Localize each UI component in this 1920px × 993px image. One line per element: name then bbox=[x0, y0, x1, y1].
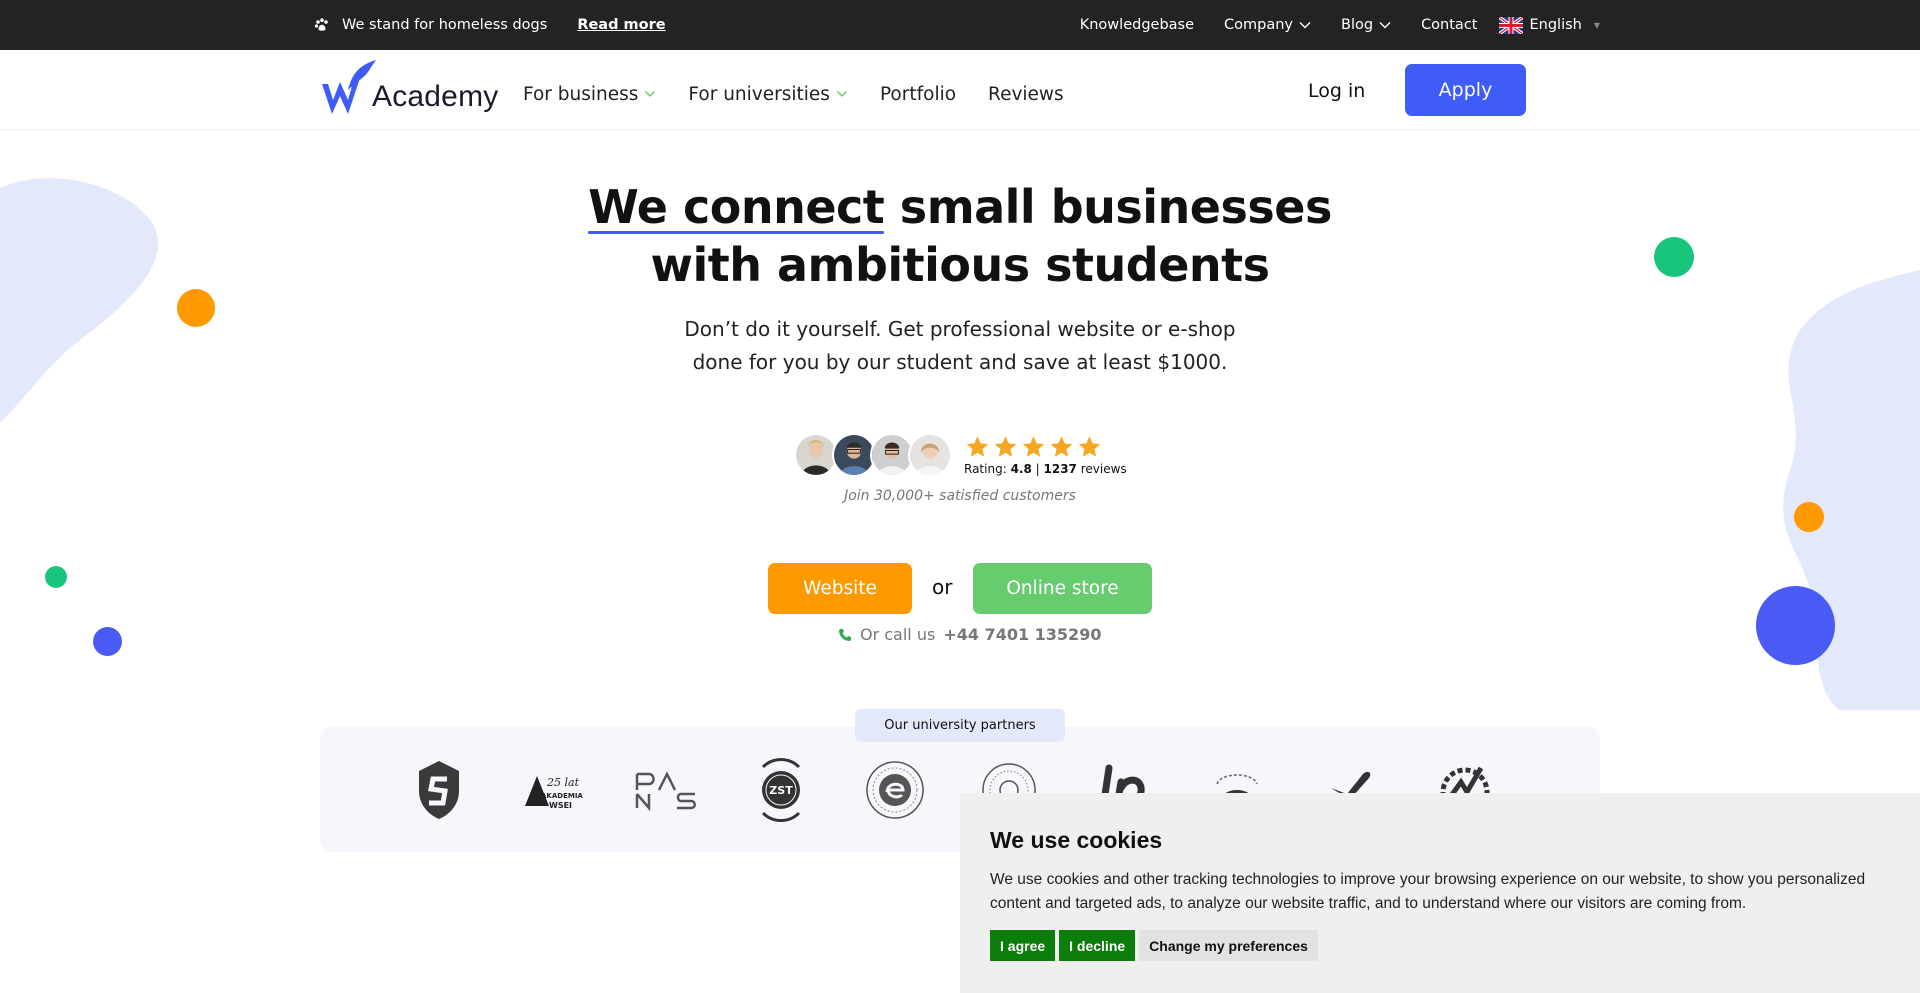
main-nav: For business For universities Portfolio … bbox=[523, 50, 1064, 138]
pans-logo-icon bbox=[635, 771, 696, 812]
read-more-link[interactable]: Read more bbox=[577, 17, 665, 33]
cookie-title: We use cookies bbox=[990, 827, 1163, 853]
chevron-down-icon bbox=[645, 91, 656, 97]
hero-title-line2: with ambitious students bbox=[650, 238, 1270, 292]
login-link[interactable]: Log in bbox=[1308, 80, 1365, 102]
blog-menu[interactable]: Blog bbox=[1341, 17, 1391, 33]
language-selector[interactable]: English ▼ bbox=[1499, 16, 1600, 34]
nav-for-business-label: For business bbox=[523, 83, 639, 105]
hero-title: We connect small businesses with ambitio… bbox=[560, 178, 1360, 294]
phone-number-link[interactable]: +44 7401 135290 bbox=[943, 625, 1101, 644]
customer-avatars bbox=[794, 433, 952, 477]
blog-label: Blog bbox=[1341, 17, 1374, 33]
zst-logo-icon: ZST bbox=[761, 758, 801, 822]
cookie-agree-button[interactable]: I agree bbox=[990, 930, 1056, 961]
review-count: 1237 bbox=[1043, 462, 1077, 476]
cookie-preferences-button[interactable]: Change my preferences bbox=[1139, 930, 1318, 961]
akademia-text: AKADEMIA bbox=[541, 792, 583, 800]
akademia-years-text: 25 lat bbox=[546, 776, 580, 789]
company-menu[interactable]: Company bbox=[1224, 17, 1311, 33]
apply-button[interactable]: Apply bbox=[1405, 64, 1526, 116]
or-text: or bbox=[932, 575, 953, 599]
university-partners-label: Our university partners bbox=[855, 709, 1065, 742]
website-button[interactable]: Website bbox=[768, 563, 912, 614]
w-wing-logo-icon bbox=[322, 60, 376, 114]
partner-logo-zst[interactable]: ZST bbox=[742, 750, 820, 830]
contact-link[interactable]: Contact bbox=[1421, 17, 1477, 33]
star-rating bbox=[964, 434, 1127, 460]
avatar bbox=[908, 433, 952, 477]
hero-subtitle-line2: done for you by our student and save at … bbox=[692, 350, 1228, 374]
decorative-dot bbox=[93, 627, 122, 656]
join-customers-text: Join 30,000+ satisfied customers bbox=[844, 488, 1076, 504]
hero-title-rest: small businesses bbox=[884, 180, 1333, 234]
hero-subtitle: Don’t do it yourself. Get professional w… bbox=[610, 313, 1310, 379]
call-us-row: Or call us +44 7401 135290 bbox=[838, 625, 1101, 644]
paw-icon bbox=[314, 18, 328, 31]
decorative-blob-left bbox=[0, 178, 158, 423]
partner-logo-akademia-wsei[interactable]: 25 lat AKADEMIA WSEI bbox=[514, 750, 592, 830]
partner-logo-e-seal[interactable] bbox=[856, 750, 934, 830]
cookie-buttons: I agree I decline Change my preferences bbox=[990, 930, 1318, 961]
rating-separator: | bbox=[1031, 462, 1044, 476]
hero-subtitle-line1: Don’t do it yourself. Get professional w… bbox=[684, 317, 1236, 341]
chevron-down-icon bbox=[836, 91, 847, 97]
reviews-word: reviews bbox=[1076, 462, 1127, 476]
cookie-text: We use cookies and other tracking techno… bbox=[990, 871, 1866, 912]
decorative-dot bbox=[1756, 586, 1835, 665]
nav-portfolio[interactable]: Portfolio bbox=[880, 84, 956, 105]
uk-flag-icon bbox=[1499, 16, 1524, 34]
language-label: English bbox=[1529, 17, 1582, 33]
cookie-decline-button[interactable]: I decline bbox=[1059, 930, 1136, 961]
rating-value: 4.8 bbox=[1010, 462, 1032, 476]
shield-s-logo-icon bbox=[419, 761, 459, 819]
rating-box: Rating: 4.8 | 1237 reviews bbox=[964, 434, 1127, 476]
e-seal-logo-icon bbox=[866, 761, 924, 819]
decorative-dot bbox=[1794, 502, 1824, 532]
call-us-label: Or call us bbox=[860, 625, 936, 644]
decorative-dot bbox=[177, 289, 215, 327]
star-icon bbox=[1050, 436, 1073, 457]
knowledgebase-label: Knowledgebase bbox=[1079, 17, 1195, 33]
company-label: Company bbox=[1224, 17, 1293, 33]
hero-title-underlined: We connect bbox=[588, 180, 885, 234]
rating-text: Rating: 4.8 | 1237 reviews bbox=[964, 462, 1127, 476]
top-bar: We stand for homeless dogs Read more Kno… bbox=[0, 0, 1920, 50]
partner-logo-pans[interactable] bbox=[628, 750, 706, 830]
decorative-dot bbox=[45, 566, 67, 588]
nav-reviews[interactable]: Reviews bbox=[988, 84, 1064, 105]
wsei-text: WSEI bbox=[549, 801, 572, 810]
decorative-dot bbox=[1654, 237, 1694, 277]
rating-row: Rating: 4.8 | 1237 reviews bbox=[794, 430, 1127, 480]
top-bar-links: Knowledgebase Company Blog Contact Engli… bbox=[1080, 0, 1600, 50]
nav-for-universities[interactable]: For universities bbox=[688, 84, 848, 105]
chevron-down-icon bbox=[1379, 22, 1391, 29]
cookie-banner: We use cookies We use cookies and other … bbox=[960, 793, 1920, 993]
contact-label: Contact bbox=[1421, 17, 1478, 33]
homeless-dogs-notice: We stand for homeless dogs bbox=[342, 17, 548, 33]
knowledgebase-link[interactable]: Knowledgebase bbox=[1080, 17, 1194, 33]
star-icon bbox=[966, 436, 989, 457]
star-icon bbox=[1022, 436, 1045, 457]
logo[interactable]: Academy bbox=[318, 58, 498, 118]
star-icon bbox=[1078, 436, 1101, 457]
akademia-wsei-logo-icon: 25 lat AKADEMIAWSEI bbox=[525, 776, 583, 810]
online-store-button[interactable]: Online store bbox=[973, 563, 1152, 614]
partner-logo-shield[interactable] bbox=[400, 750, 478, 830]
top-bar-notice: We stand for homeless dogs Read more bbox=[314, 0, 666, 50]
rating-label: Rating: bbox=[964, 462, 1007, 476]
main-header: Academy For business For universities Po… bbox=[0, 50, 1920, 130]
chevron-down-icon bbox=[1299, 22, 1311, 29]
nav-for-universities-label: For universities bbox=[688, 83, 830, 105]
page: We stand for homeless dogs Read more Kno… bbox=[0, 0, 1920, 993]
nav-for-business[interactable]: For business bbox=[523, 84, 656, 105]
star-icon bbox=[994, 436, 1017, 457]
logo-text: Academy bbox=[372, 80, 499, 113]
caret-down-icon: ▼ bbox=[1593, 20, 1600, 30]
zst-text: ZST bbox=[769, 784, 793, 797]
phone-icon bbox=[839, 628, 851, 641]
